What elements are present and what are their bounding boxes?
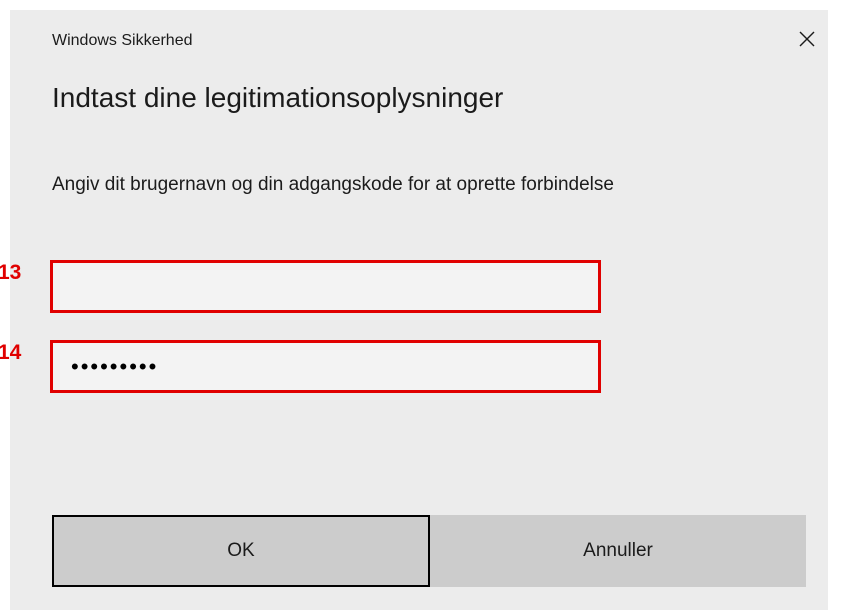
password-input[interactable] (53, 343, 598, 390)
cancel-button[interactable]: Annuller (430, 515, 806, 587)
close-icon (798, 30, 816, 48)
username-field (50, 260, 601, 313)
annotation-marker-username: 13 (0, 261, 22, 284)
ok-button[interactable]: OK (52, 515, 430, 587)
username-input[interactable] (53, 263, 598, 310)
password-field (50, 340, 601, 393)
close-button[interactable] (794, 26, 820, 52)
annotation-marker-password: 14 (0, 341, 22, 364)
dialog-instructions: Angiv dit brugernavn og din adgangskode … (52, 174, 614, 195)
credentials-dialog: Windows Sikkerhed Indtast dine legitimat… (10, 10, 828, 610)
dialog-heading: Indtast dine legitimationsoplysninger (52, 82, 504, 113)
window-title: Windows Sikkerhed (52, 32, 193, 49)
